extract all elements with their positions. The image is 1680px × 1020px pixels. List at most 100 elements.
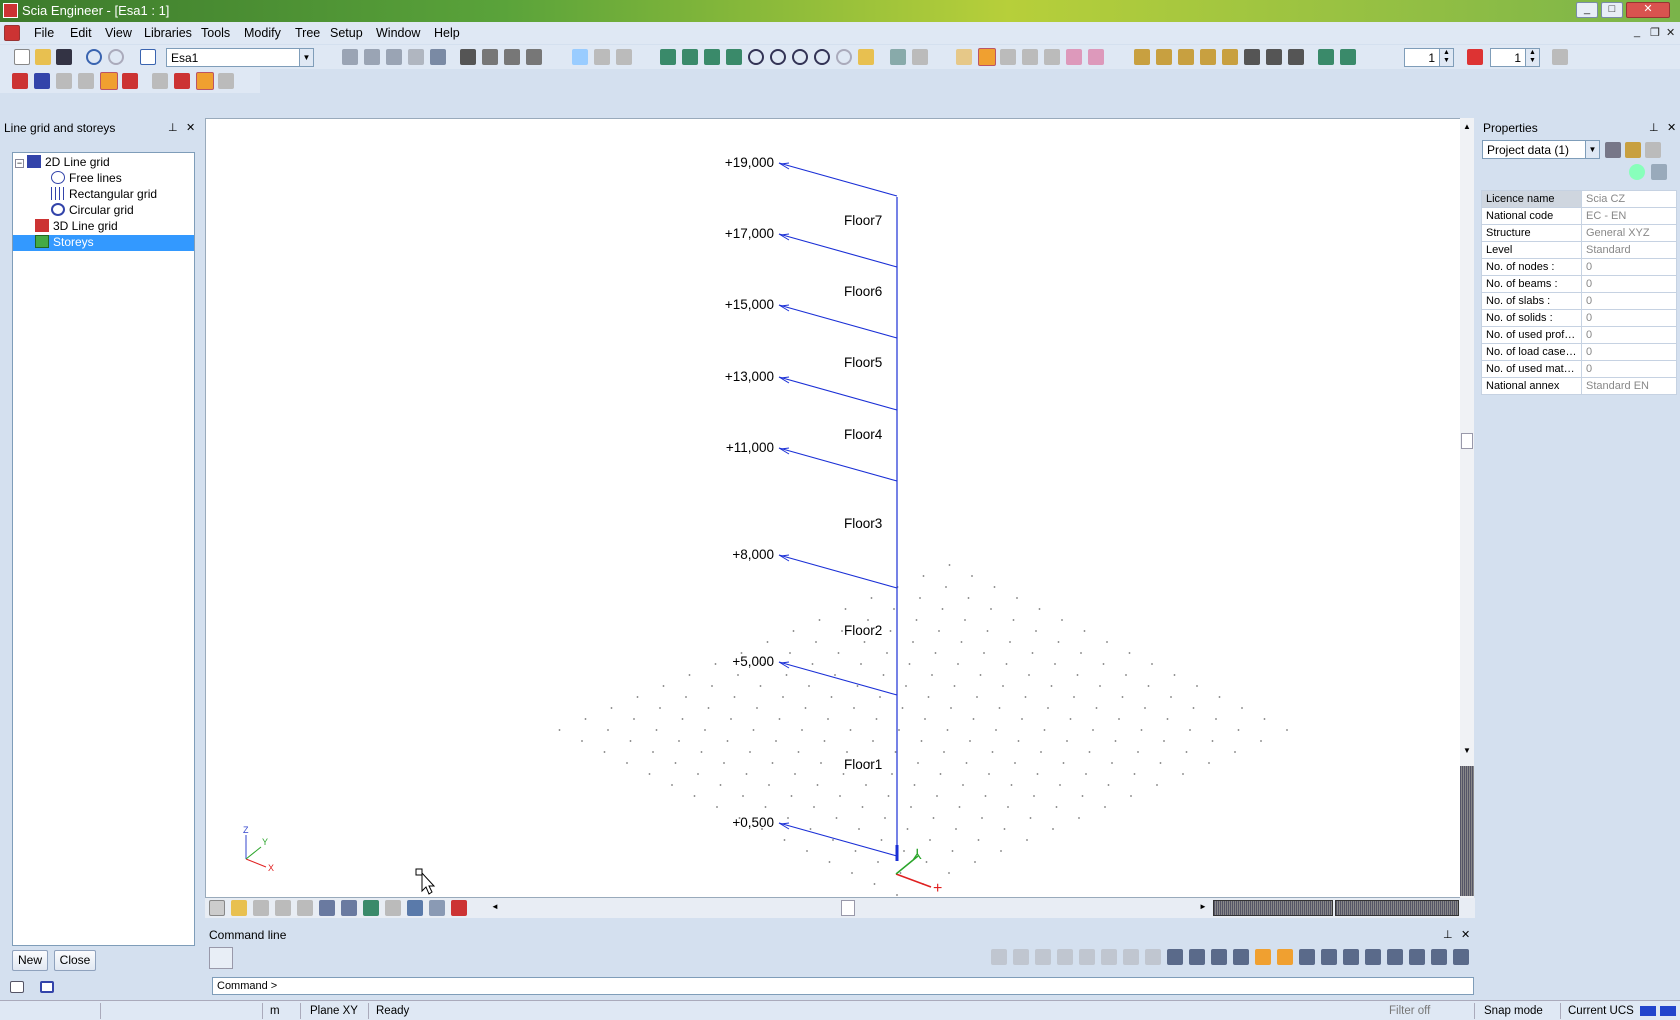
- view-xyz-icon[interactable]: [660, 49, 676, 65]
- menu-help[interactable]: Help: [434, 26, 460, 40]
- save-icon[interactable]: [56, 49, 72, 65]
- grid-red-icon[interactable]: [12, 73, 28, 89]
- spin-arrows-icon[interactable]: ▲ ▼: [1525, 49, 1539, 66]
- properties-selector[interactable]: Project data (1) ▼: [1482, 140, 1600, 159]
- layer-off-icon[interactable]: [152, 73, 168, 89]
- tree-item-free-lines[interactable]: Free lines: [51, 171, 122, 187]
- label-abc-icon[interactable]: [319, 900, 335, 916]
- activity-icon[interactable]: [1467, 49, 1483, 65]
- wall-icon[interactable]: [1222, 49, 1238, 65]
- zoom-out-icon[interactable]: [770, 49, 786, 65]
- vertical-scrollbar[interactable]: ▲ ▼: [1460, 118, 1474, 898]
- snap-tool-icon[interactable]: [1233, 949, 1249, 965]
- property-row[interactable]: Structure General XYZ: [1481, 224, 1677, 242]
- menu-tools[interactable]: Tools: [201, 26, 230, 40]
- storey-level-line[interactable]: [778, 304, 898, 339]
- property-value[interactable]: 0: [1581, 258, 1677, 276]
- menu-setup[interactable]: Setup: [330, 26, 363, 40]
- results-icon[interactable]: [408, 49, 424, 65]
- help-cursor-icon[interactable]: [616, 49, 632, 65]
- property-value[interactable]: Standard: [1581, 241, 1677, 259]
- calc-icon[interactable]: [386, 49, 402, 65]
- snap-tool-icon[interactable]: [1387, 949, 1403, 965]
- splitter-handle[interactable]: [1460, 766, 1474, 896]
- snap-tool-icon[interactable]: [1211, 949, 1227, 965]
- snap-tool-icon[interactable]: [1035, 949, 1051, 965]
- action-icon[interactable]: [1651, 164, 1667, 180]
- scroll-thumb[interactable]: [1461, 433, 1473, 449]
- snap-tool-icon[interactable]: [1321, 949, 1337, 965]
- spin-input-2[interactable]: 1 ▲ ▼: [1490, 48, 1540, 67]
- snap-tool-icon[interactable]: [1299, 949, 1315, 965]
- ucs-icon[interactable]: [34, 73, 50, 89]
- document-view-icon[interactable]: [430, 49, 446, 65]
- scroll-right-icon[interactable]: ►: [1199, 902, 1207, 911]
- view-z-icon[interactable]: [726, 49, 742, 65]
- property-row[interactable]: No. of load cases :0: [1481, 343, 1677, 361]
- menu-edit[interactable]: Edit: [70, 26, 92, 40]
- regenerate-icon[interactable]: [858, 49, 874, 65]
- maximize-button[interactable]: □: [1601, 2, 1623, 18]
- edit-icon[interactable]: [196, 72, 214, 90]
- zoom-window-icon[interactable]: [792, 49, 808, 65]
- hscroll-thumb[interactable]: [841, 900, 855, 916]
- node-icon[interactable]: [1134, 49, 1150, 65]
- property-row[interactable]: Level Standard: [1481, 241, 1677, 259]
- snap-tool-icon[interactable]: [1057, 949, 1073, 965]
- view-x-icon[interactable]: [682, 49, 698, 65]
- storey-level-line[interactable]: [778, 822, 898, 857]
- view-tool-11-icon[interactable]: [429, 900, 445, 916]
- layers-icon[interactable]: [912, 49, 928, 65]
- storey-level-line[interactable]: [778, 376, 898, 411]
- view-tool-3-icon[interactable]: [253, 900, 269, 916]
- filter-edit-icon[interactable]: [1625, 142, 1641, 158]
- pencil-icon[interactable]: [1645, 142, 1661, 158]
- graphic-viewport[interactable]: +19,000 +17,000 +15,000 +13,000 +11,000 +8,00…: [205, 118, 1467, 898]
- status-current-ucs[interactable]: Current UCS: [1568, 1005, 1634, 1017]
- property-value[interactable]: General XYZ: [1581, 224, 1677, 242]
- star-icon[interactable]: [1266, 49, 1282, 65]
- property-value[interactable]: 0: [1581, 360, 1677, 378]
- column-icon[interactable]: [1178, 49, 1194, 65]
- section-icon[interactable]: [1044, 49, 1060, 65]
- dimension-icon[interactable]: [1288, 49, 1304, 65]
- property-value[interactable]: Standard EN: [1581, 377, 1677, 395]
- slab-icon[interactable]: [1200, 49, 1216, 65]
- status-filter[interactable]: Filter off: [1389, 1005, 1430, 1017]
- close-button[interactable]: Close: [54, 950, 96, 971]
- tab-storeys-icon[interactable]: [40, 981, 54, 993]
- transparency-icon[interactable]: [1022, 49, 1038, 65]
- storey-level-line[interactable]: [778, 233, 898, 268]
- menu-libraries[interactable]: Libraries: [144, 26, 192, 40]
- tree-item-circular-grid[interactable]: Circular grid: [51, 203, 134, 219]
- snap-tool-icon[interactable]: [1277, 949, 1293, 965]
- new-button[interactable]: New: [12, 950, 48, 971]
- view-params-icon[interactable]: [890, 49, 906, 65]
- document-icon[interactable]: [4, 25, 20, 41]
- snap-tool-icon[interactable]: [1145, 949, 1161, 965]
- new-file-icon[interactable]: [14, 49, 30, 65]
- property-row[interactable]: National annex Standard EN: [1481, 377, 1677, 395]
- property-row[interactable]: No. of solids :0: [1481, 309, 1677, 327]
- scroll-down-icon[interactable]: ▼: [1463, 746, 1471, 755]
- property-value[interactable]: Scia CZ: [1581, 190, 1677, 208]
- tab-splitter-2[interactable]: [1335, 900, 1459, 916]
- redo-icon[interactable]: [108, 49, 124, 65]
- property-row[interactable]: Licence name Scia CZ: [1481, 190, 1677, 208]
- property-value[interactable]: 0: [1581, 343, 1677, 361]
- property-row[interactable]: No. of used materi... 0: [1481, 360, 1677, 378]
- snap-tool-icon[interactable]: [1409, 949, 1425, 965]
- find-icon[interactable]: [594, 49, 610, 65]
- tree-item-rectangular-grid[interactable]: Rectangular grid: [51, 187, 157, 203]
- snap-tool-icon[interactable]: [1013, 949, 1029, 965]
- target-icon[interactable]: [122, 73, 138, 89]
- filter-icon[interactable]: [1605, 142, 1621, 158]
- beam-icon[interactable]: [1156, 49, 1172, 65]
- spin-arrows-icon[interactable]: ▲ ▼: [1439, 49, 1453, 66]
- mdi-restore-button[interactable]: ❐: [1650, 26, 1660, 39]
- snap-tool-icon[interactable]: [991, 949, 1007, 965]
- view-tool-10-icon[interactable]: [407, 900, 423, 916]
- status-snap-mode[interactable]: Snap mode: [1484, 1005, 1543, 1017]
- pen-icon[interactable]: [1552, 49, 1568, 65]
- wireframe-icon[interactable]: [956, 49, 972, 65]
